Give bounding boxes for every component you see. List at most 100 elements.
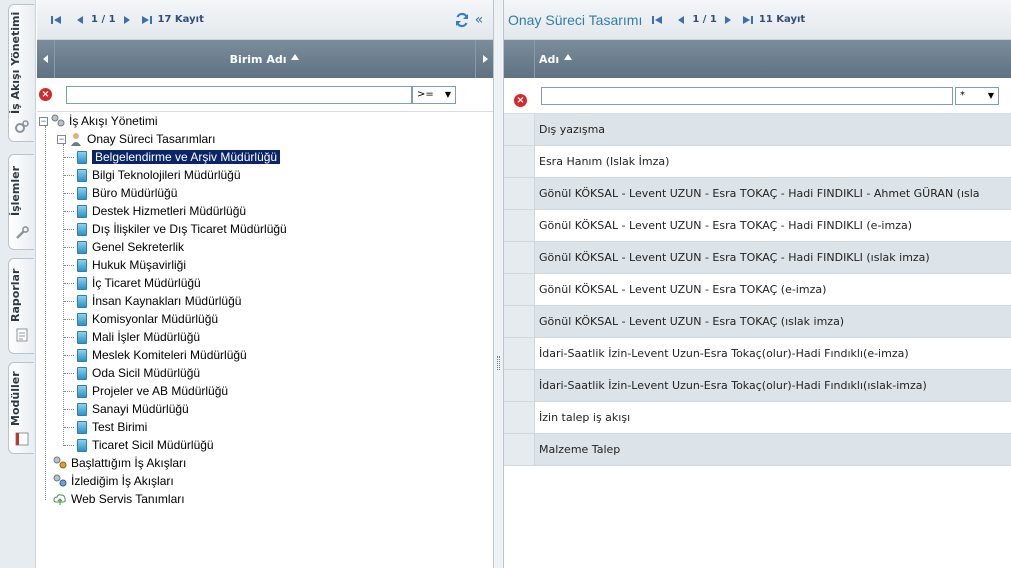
table-row[interactable]: Gönül KÖKSAL - Levent UZUN - Esra TOKAÇ … bbox=[504, 242, 1011, 274]
table-row[interactable]: Gönül KÖKSAL - Levent UZUN - Esra TOKAÇ … bbox=[504, 274, 1011, 306]
tab-label: Raporlar bbox=[9, 268, 22, 322]
started-workflows-icon bbox=[53, 456, 67, 469]
vertical-tab-strip: İş Akışı Yönetimi İşlemler Raporlar Modü… bbox=[0, 0, 36, 568]
column-header-adi[interactable]: Adı bbox=[504, 40, 1011, 78]
tree-unit-node[interactable]: Sanayi Müdürlüğü bbox=[64, 400, 189, 418]
tree-unit-node[interactable]: Ticaret Sicil Müdürlüğü bbox=[64, 436, 214, 454]
refresh-icon[interactable] bbox=[453, 12, 471, 27]
splitter-grip-icon[interactable] bbox=[497, 356, 500, 370]
next-page-button[interactable] bbox=[120, 13, 134, 27]
tab-is-akisi-yonetimi[interactable]: İş Akışı Yönetimi bbox=[8, 4, 34, 142]
last-page-button[interactable] bbox=[741, 13, 755, 27]
row-selector[interactable] bbox=[504, 306, 535, 337]
watched-workflows-icon bbox=[53, 474, 67, 487]
row-selector[interactable] bbox=[504, 402, 535, 433]
tree-node-label: Belgelendirme ve Arşiv Müdürlüğü bbox=[90, 149, 282, 165]
clear-filter-icon[interactable]: × bbox=[39, 88, 52, 101]
tree-node-label: Başlattığım İş Akışları bbox=[71, 456, 187, 470]
table-row[interactable]: İzin talep iş akışı bbox=[504, 402, 1011, 434]
row-selector[interactable] bbox=[504, 274, 535, 305]
row-selector[interactable] bbox=[504, 242, 535, 273]
row-name-cell: Gönül KÖKSAL - Levent UZUN - Esra TOKAÇ … bbox=[539, 251, 930, 264]
scroll-left-button[interactable] bbox=[37, 40, 55, 78]
left-filter-row: × >= ▼ bbox=[37, 78, 493, 112]
tree-node-started-workflows[interactable]: Başlattığım İş Akışları bbox=[53, 454, 186, 472]
table-row[interactable]: Dış yazışma bbox=[504, 114, 1011, 146]
unit-icon bbox=[77, 348, 87, 362]
first-page-button[interactable] bbox=[650, 13, 664, 27]
tree-node-label: Onay Süreci Tasarımları bbox=[87, 132, 216, 146]
tree-unit-node[interactable]: İnsan Kaynakları Müdürlüğü bbox=[64, 292, 241, 310]
tree-node-label: İzlediğim İş Akışları bbox=[71, 474, 174, 488]
last-page-button[interactable] bbox=[140, 13, 154, 27]
report-icon bbox=[16, 328, 28, 342]
tree-unit-node[interactable]: Destek Hizmetleri Müdürlüğü bbox=[64, 202, 247, 220]
unit-icon bbox=[77, 222, 87, 236]
table-row[interactable]: Malzeme Talep bbox=[504, 434, 1011, 466]
name-filter-input[interactable] bbox=[541, 86, 953, 105]
tree-unit-node[interactable]: Komisyonlar Müdürlüğü bbox=[64, 310, 218, 328]
row-selector[interactable] bbox=[504, 178, 535, 209]
collapse-toggle-icon[interactable]: − bbox=[57, 134, 66, 144]
row-selector[interactable] bbox=[504, 114, 535, 145]
tree-unit-node[interactable]: Meslek Komiteleri Müdürlüğü bbox=[64, 346, 247, 364]
tree-unit-node[interactable]: Bilgi Teknolojileri Müdürlüğü bbox=[64, 166, 241, 184]
row-selector[interactable] bbox=[504, 338, 535, 369]
tab-raporlar[interactable]: Raporlar bbox=[8, 258, 34, 354]
unit-icon bbox=[77, 330, 87, 344]
tree-group-node[interactable]: − Onay Süreci Tasarımları bbox=[57, 130, 216, 148]
table-row[interactable]: Gönül KÖKSAL - Levent UZUN - Esra TOKAÇ … bbox=[504, 306, 1011, 338]
tree-unit-node[interactable]: Mali İşler Müdürlüğü bbox=[64, 328, 200, 346]
unit-icon bbox=[77, 420, 87, 434]
tree-node-label: Büro Müdürlüğü bbox=[92, 186, 178, 200]
left-pager-toolbar: 1 / 1 17 Kayıt « bbox=[37, 0, 493, 40]
collapse-toggle-icon[interactable]: − bbox=[39, 116, 48, 126]
unit-filter-input[interactable] bbox=[66, 85, 412, 104]
tree-unit-node[interactable]: Genel Sekreterlik bbox=[64, 238, 185, 256]
row-name-cell: Gönül KÖKSAL - Levent UZUN - Esra TOKAÇ … bbox=[539, 315, 845, 328]
unit-tree-panel: 1 / 1 17 Kayıt « Birim Adı × >= ▼ − İş A… bbox=[37, 0, 494, 568]
tree-node-web-services[interactable]: Web Servis Tanımları bbox=[53, 490, 185, 508]
tree-node-watched-workflows[interactable]: İzlediğim İş Akışları bbox=[53, 472, 174, 490]
next-page-button[interactable] bbox=[721, 13, 735, 27]
column-header-birim-adi[interactable]: Birim Adı bbox=[37, 40, 493, 78]
tree-unit-node[interactable]: İç Ticaret Müdürlüğü bbox=[64, 274, 201, 292]
tree-unit-node[interactable]: Test Birimi bbox=[64, 418, 147, 436]
row-selector[interactable] bbox=[504, 210, 535, 241]
row-selector[interactable] bbox=[504, 370, 535, 401]
prev-page-button[interactable] bbox=[674, 13, 688, 27]
tree-node-label: İş Akışı Yönetimi bbox=[69, 114, 158, 128]
record-count: 11 Kayıt bbox=[758, 14, 806, 25]
table-row[interactable]: Gönül KÖKSAL - Levent UZUN - Esra TOKAÇ … bbox=[504, 178, 1011, 210]
filter-operator-select[interactable]: * ▼ bbox=[955, 86, 999, 105]
panel-splitter[interactable] bbox=[494, 0, 503, 568]
prev-page-button[interactable] bbox=[73, 13, 87, 27]
filter-operator-select[interactable]: >= ▼ bbox=[412, 85, 456, 104]
scroll-right-button[interactable] bbox=[475, 40, 493, 78]
tree-root-node[interactable]: − İş Akışı Yönetimi bbox=[39, 112, 157, 130]
tree-unit-node[interactable]: Büro Müdürlüğü bbox=[64, 184, 178, 202]
tree-unit-node[interactable]: Belgelendirme ve Arşiv Müdürlüğü bbox=[64, 148, 282, 166]
clear-filter-icon[interactable]: × bbox=[514, 94, 527, 107]
row-selector[interactable] bbox=[504, 146, 535, 177]
unit-icon bbox=[77, 438, 87, 452]
tab-islemler[interactable]: İşlemler bbox=[8, 154, 34, 250]
tree-unit-node[interactable]: Hukuk Müşavirliği bbox=[64, 256, 186, 274]
tree-unit-node[interactable]: Projeler ve AB Müdürlüğü bbox=[64, 382, 228, 400]
tree-unit-node[interactable]: Oda Sicil Müdürlüğü bbox=[64, 364, 200, 382]
tree-node-label: Genel Sekreterlik bbox=[92, 240, 185, 254]
tab-label: İşlemler bbox=[9, 166, 22, 216]
row-name-cell: Dış yazışma bbox=[539, 123, 606, 136]
unit-icon bbox=[77, 312, 87, 326]
tree-node-label: Dış İlişkiler ve Dış Ticaret Müdürlüğü bbox=[92, 222, 287, 236]
row-selector[interactable] bbox=[504, 434, 535, 465]
table-row[interactable]: Esra Hanım (Islak İmza) bbox=[504, 146, 1011, 178]
tree-node-label: Destek Hizmetleri Müdürlüğü bbox=[92, 204, 247, 218]
tab-moduller[interactable]: Modüller bbox=[8, 362, 34, 454]
table-row[interactable]: İdari-Saatlik İzin-Levent Uzun-Esra Toka… bbox=[504, 338, 1011, 370]
tree-unit-node[interactable]: Dış İlişkiler ve Dış Ticaret Müdürlüğü bbox=[64, 220, 287, 238]
table-row[interactable]: Gönül KÖKSAL - Levent UZUN - Esra TOKAÇ … bbox=[504, 210, 1011, 242]
first-page-button[interactable] bbox=[49, 13, 63, 27]
collapse-panel-icon[interactable]: « bbox=[471, 12, 487, 28]
table-row[interactable]: İdari-Saatlik İzin-Levent Uzun-Esra Toka… bbox=[504, 370, 1011, 402]
